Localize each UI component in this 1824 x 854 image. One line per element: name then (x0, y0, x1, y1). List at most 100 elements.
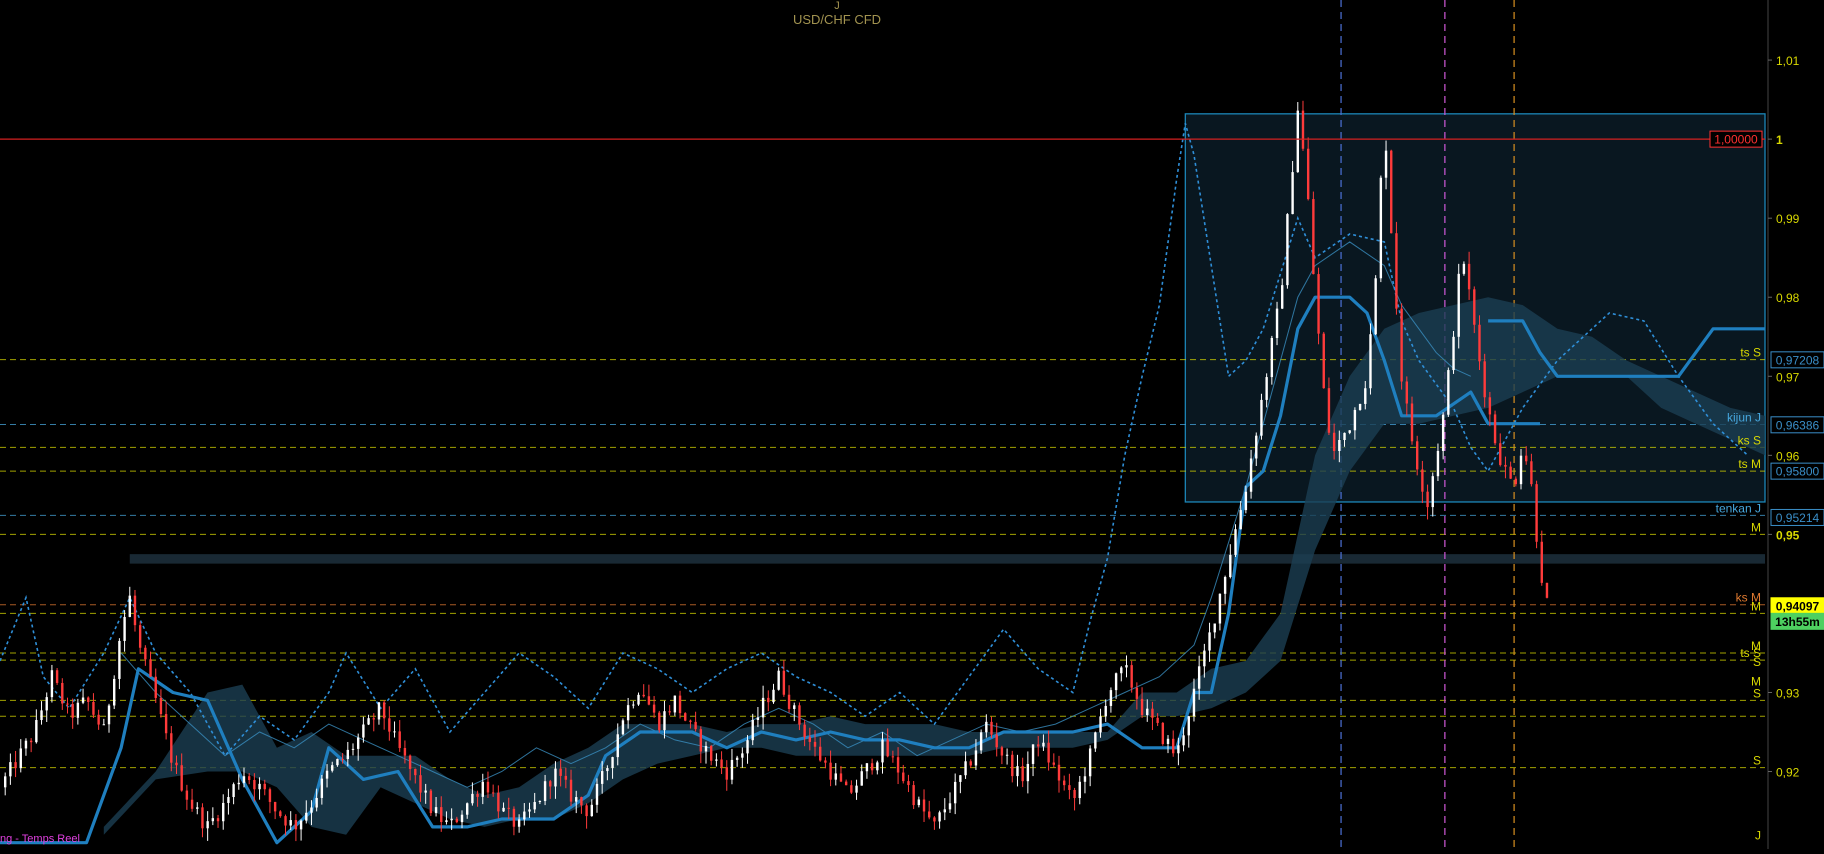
candle-body-57 (299, 820, 303, 830)
candle-body-192 (1000, 747, 1004, 756)
candle-body-252 (1312, 199, 1315, 275)
axis-tick-label-0: 1,01 (1776, 54, 1800, 68)
candle-body-268 (1395, 233, 1398, 309)
candle-body-155 (808, 737, 812, 742)
price-box-text-2: 0,96386 (1776, 418, 1820, 432)
candle-body-17 (92, 701, 95, 715)
candle-body-165 (860, 771, 863, 786)
candle-body-73 (382, 702, 386, 719)
candle-body-261 (1358, 403, 1362, 410)
candle-body-36 (190, 799, 194, 809)
candle-body-250 (1301, 110, 1305, 149)
candle-body-48 (253, 780, 256, 790)
candle-body-5 (29, 740, 33, 743)
price-chart[interactable]: 1,01 1 0,99 0,98 0,97 0,96 0,95 0,93 0,92 ts S ki… (0, 0, 1824, 849)
candle-body-210 (1094, 732, 1097, 749)
candle-body-160 (834, 773, 837, 780)
candle-body-75 (393, 731, 396, 733)
candle-body-93 (486, 781, 490, 793)
candle-body-240 (1249, 458, 1253, 492)
candle-body-287 (1493, 414, 1497, 444)
candle-body-64 (336, 758, 339, 766)
candle-body-237 (1234, 529, 1237, 555)
candle-body-38 (201, 807, 204, 829)
candle-body-55 (289, 820, 292, 826)
candle-body-284 (1478, 324, 1481, 362)
candle-body-13 (71, 704, 74, 718)
candle-body-280 (1457, 273, 1460, 337)
candle-body-116 (606, 768, 609, 772)
candle-body-34 (180, 765, 183, 791)
candle-body-204 (1062, 780, 1066, 786)
candle-body-262 (1364, 388, 1367, 404)
candle-body-72 (377, 702, 381, 720)
candle-body-23 (123, 616, 126, 641)
candle-body-130 (678, 695, 682, 714)
candle-body-105 (549, 781, 552, 787)
candle-body-229 (1192, 688, 1196, 717)
candle-body-12 (66, 703, 69, 705)
candle-body-239 (1244, 491, 1248, 511)
candle-body-134 (699, 729, 703, 752)
candle-body-132 (689, 720, 692, 722)
candle-body-256 (1332, 432, 1336, 451)
candle-body-89 (466, 803, 469, 815)
candle-body-167 (870, 763, 874, 771)
candle-body-242 (1260, 399, 1263, 436)
candle-body-92 (481, 781, 484, 797)
level-label-13: S (1753, 754, 1761, 768)
candle-body-185 (964, 761, 967, 776)
candle-body-87 (455, 818, 459, 823)
candle-body-10 (55, 670, 59, 683)
candle-body-180 (938, 812, 941, 822)
level-label-5: M (1751, 520, 1761, 534)
candle-body-254 (1322, 333, 1325, 389)
level-label-4: tenkan J (1716, 501, 1761, 515)
candle-body-103 (538, 800, 542, 803)
candle-body-108 (564, 775, 568, 780)
candle-body-219 (1140, 698, 1144, 715)
candle-body-6 (35, 720, 38, 743)
candle-body-47 (247, 776, 251, 781)
candle-body-63 (331, 765, 334, 771)
candle-body-249 (1296, 110, 1299, 173)
candle-body-0 (3, 776, 7, 788)
candle-body-30 (159, 697, 163, 715)
candle-body-144 (751, 720, 754, 741)
candle-body-211 (1099, 716, 1102, 733)
candle-body-226 (1177, 745, 1180, 754)
candle-body-4 (24, 740, 28, 749)
candle-body-253 (1317, 274, 1320, 334)
candle-body-277 (1441, 414, 1445, 451)
level-label-12: S (1753, 686, 1761, 700)
candle-body-186 (969, 761, 972, 766)
candle-body-187 (974, 750, 978, 766)
candle-body-183 (953, 781, 957, 804)
candle-body-84 (440, 807, 443, 823)
candle-body-50 (263, 783, 266, 790)
candle-body-238 (1239, 510, 1242, 530)
candle-body-166 (865, 763, 869, 772)
candle-body-26 (138, 625, 142, 648)
chart-root: 1,01 1 0,99 0,98 0,97 0,96 0,95 0,93 0,92 ts S ki… (0, 0, 1824, 849)
candle-body-102 (533, 802, 536, 810)
candle-body-272 (1415, 441, 1419, 470)
candle-body-243 (1265, 377, 1268, 400)
candle-body-68 (356, 737, 360, 749)
axis-tick-label-4: 0,97 (1776, 370, 1800, 384)
candle-body-259 (1348, 430, 1351, 433)
candle-body-291 (1514, 478, 1518, 485)
timeframe-label: J (834, 0, 840, 12)
candle-body-279 (1452, 336, 1455, 371)
candle-body-40 (211, 818, 215, 822)
candle-body-285 (1483, 361, 1486, 398)
candle-body-43 (227, 797, 230, 803)
candle-body-209 (1088, 748, 1092, 777)
axis-tick-label-7: 0,93 (1776, 686, 1800, 700)
level-label-10: S (1753, 655, 1761, 669)
candle-body-227 (1182, 735, 1185, 746)
candle-body-140 (730, 759, 734, 780)
axis-tick-label-8: 0,92 (1776, 766, 1800, 780)
price-box-text-0: 1,00000 (1714, 133, 1758, 147)
horizontal-zone (129, 554, 1765, 564)
